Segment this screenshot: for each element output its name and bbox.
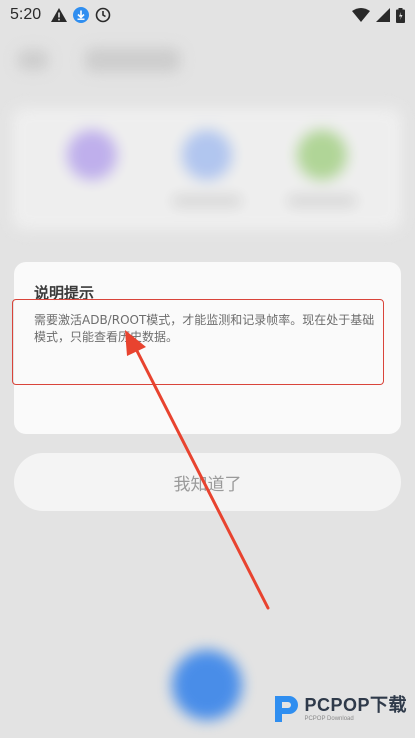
wifi-icon	[352, 8, 370, 22]
pcpop-logo-icon	[273, 694, 299, 724]
feature-label	[287, 196, 357, 206]
download-icon	[73, 7, 90, 23]
blurred-page-title	[85, 48, 180, 72]
status-bar: 5:20	[0, 0, 415, 30]
back-icon	[18, 50, 48, 70]
feature-icon	[67, 130, 117, 180]
watermark: PCPOP下载 PCPOP Download	[273, 694, 407, 724]
feature-icon	[182, 130, 232, 180]
clock-icon	[95, 7, 111, 23]
feature-icon	[297, 130, 347, 180]
annotation-highlight-box	[12, 299, 384, 385]
start-fab	[172, 650, 242, 720]
warning-icon	[51, 8, 68, 22]
status-time: 5:20	[10, 6, 42, 23]
watermark-main: PCPOP下载	[304, 695, 407, 715]
confirm-button[interactable]: 我知道了	[14, 453, 401, 511]
signal-icon	[376, 8, 390, 22]
watermark-sub: PCPOP Download	[304, 716, 354, 722]
blurred-feature-card	[12, 108, 402, 230]
battery-icon	[396, 7, 405, 23]
feature-label	[172, 196, 242, 206]
